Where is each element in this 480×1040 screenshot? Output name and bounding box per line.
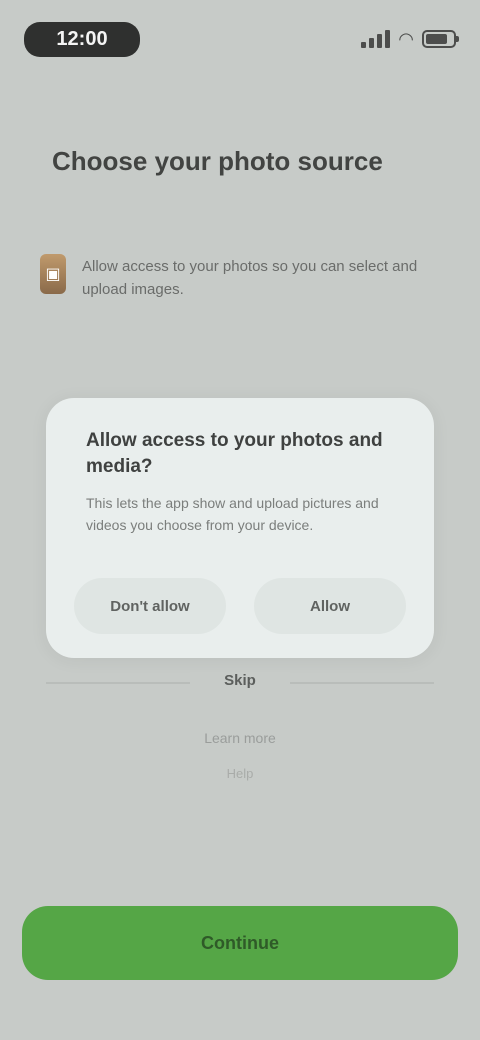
help-link[interactable]: Help: [210, 766, 270, 781]
info-text: Allow access to your photos so you can s…: [82, 258, 418, 298]
battery-icon: [422, 30, 459, 48]
page-title: Choose your photo source: [52, 146, 383, 176]
skip-link[interactable]: Skip: [190, 672, 290, 689]
deny-button[interactable]: Don't allow: [74, 578, 226, 634]
status-bar: 12:00 ◠: [0, 0, 480, 64]
dialog-body: This lets the app show and upload pictur…: [86, 495, 379, 533]
dialog-title: Allow access to your photos and media?: [86, 430, 383, 477]
continue-button[interactable]: Continue: [22, 906, 458, 980]
dialog-actions: Don't allow Allow: [74, 578, 406, 634]
allow-button[interactable]: Allow: [254, 578, 406, 634]
learn-more-link[interactable]: Learn more: [200, 730, 280, 746]
permission-dialog: Allow access to your photos and media? T…: [46, 398, 434, 658]
info-row: ▣ Allow access to your photos so you can…: [40, 254, 444, 301]
wifi-icon: ◠: [398, 29, 414, 49]
photo-icon: ▣: [40, 254, 66, 294]
status-time: 12:00: [24, 21, 140, 57]
status-icons: ◠: [361, 29, 459, 49]
signal-icon: [361, 30, 391, 48]
